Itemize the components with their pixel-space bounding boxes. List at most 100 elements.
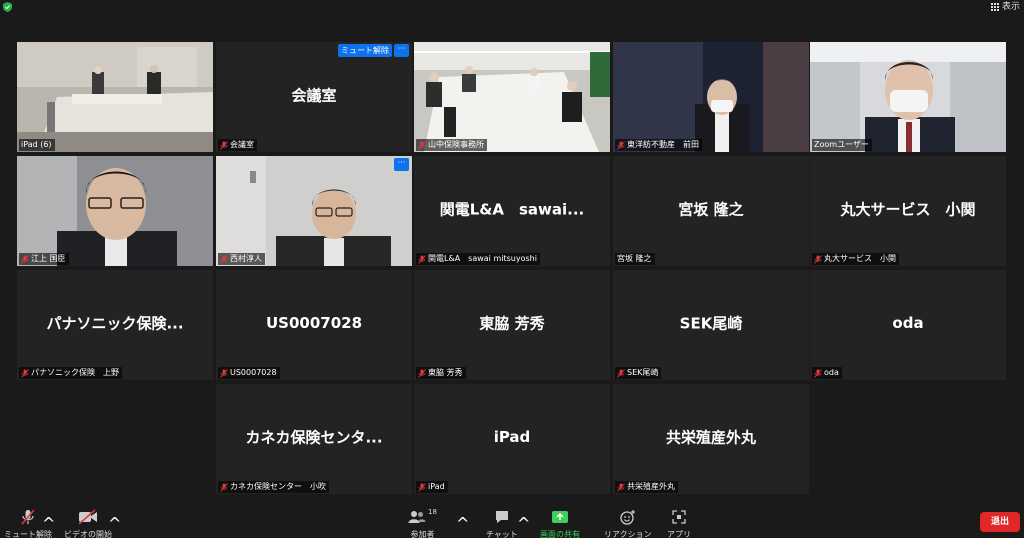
reactions-label: リアクション [604,530,652,538]
participant-name: 共栄殖産外丸 [627,482,675,491]
participant-tile[interactable]: 丸大サービス 小関 丸大サービス 小関 [810,156,1006,266]
video-options-chevron-icon[interactable]: ^ [108,514,121,533]
chat-button[interactable]: チャット [486,508,518,538]
muted-mic-icon [21,254,29,264]
more-options-button[interactable]: ··· [394,158,409,171]
participant-display-name: カネカ保険センタ... [245,428,383,447]
leave-button[interactable]: 退出 [980,512,1020,532]
participant-name: iPad [428,482,445,491]
participant-label: 山中保険事務所 [416,139,487,151]
apps-icon [672,510,686,524]
participants-button[interactable]: 18 参加者 [408,508,437,538]
participant-tile[interactable]: カネカ保険センタ... カネカ保険センター 小吹 [216,384,412,494]
participant-tile[interactable]: 東洋紡不動産 前田 [613,42,809,152]
participant-tile[interactable]: 東脇 芳秀 東脇 芳秀 [414,270,610,380]
participant-label: oda [812,367,842,379]
muted-mic-icon [220,254,228,264]
muted-mic-icon [220,368,228,378]
participant-display-name: SEK尾崎 [679,314,743,333]
participant-name: 宮坂 隆之 [617,254,652,263]
apps-button[interactable]: アプリ [667,508,691,538]
more-options-button[interactable]: ··· [394,44,409,57]
participant-name: パナソニック保険 上野 [31,368,119,377]
muted-mic-icon [617,482,625,492]
participant-display-name: パナソニック保険... [46,314,184,333]
participant-display-name: 東脇 芳秀 [479,314,545,333]
participant-tile[interactable]: oda oda [810,270,1006,380]
participant-tile[interactable]: 山中保険事務所 [414,42,610,152]
participant-label: 宮坂 隆之 [615,253,655,265]
participant-tile[interactable]: iPad (6) [17,42,213,152]
participant-name: 江上 国臣 [31,254,66,263]
participant-label: 会議室 [218,139,257,151]
participant-label: 西村淳人 [218,253,265,265]
participant-tile[interactable]: 宮坂 隆之 宮坂 隆之 [613,156,809,266]
participant-display-name: 関電L&A sawai... [439,200,585,219]
participant-label: iPad (6) [19,139,55,151]
participant-name: 関電L&A sawai mitsuyoshi [428,254,537,263]
smiley-icon [620,510,635,525]
participant-display-name: 会議室 [291,86,337,105]
participants-options-chevron-icon[interactable]: ^ [456,514,469,533]
participants-count: 18 [428,508,437,516]
participant-name: 丸大サービス 小関 [824,254,896,263]
muted-mic-icon [418,140,426,150]
participant-name: oda [824,368,839,377]
apps-label: アプリ [667,530,691,538]
participant-tile[interactable]: 関電L&A sawai... 関電L&A sawai mitsuyoshi [414,156,610,266]
participant-label: 東脇 芳秀 [416,367,466,379]
share-screen-label: 画面の共有 [540,530,580,538]
muted-mic-icon [418,254,426,264]
muted-mic-icon [21,509,35,525]
chat-options-chevron-icon[interactable]: ^ [517,514,530,533]
reactions-button[interactable]: リアクション [604,508,652,538]
participant-tile[interactable]: 共栄殖産外丸 共栄殖産外丸 [613,384,809,494]
participant-tile[interactable]: SEK尾崎 SEK尾崎 [613,270,809,380]
participants-label: 参加者 [410,530,435,538]
participant-name: カネカ保険センター 小吹 [230,482,326,491]
participant-display-name: 共栄殖産外丸 [665,428,756,447]
participant-label: Zoomユーザー [812,139,872,151]
participant-tile[interactable]: US0007028 US0007028 [216,270,412,380]
grid-view-icon [990,3,999,11]
muted-mic-icon [814,254,822,264]
shield-icon[interactable] [3,2,12,12]
muted-mic-icon [21,368,29,378]
participant-name: 山中保険事務所 [428,140,484,149]
participant-display-name: 丸大サービス 小関 [840,200,976,219]
participant-tile[interactable]: ··· 西村淳人 [216,156,412,266]
participant-name: iPad (6) [21,140,52,149]
participant-display-name: oda [892,314,924,333]
participant-label: US0007028 [218,367,280,379]
view-button[interactable]: 表示 [990,1,1020,13]
participant-name: 東脇 芳秀 [428,368,463,377]
participant-tile[interactable]: 会議室 ミュート解除 ··· 会議室 [216,42,412,152]
participant-label: カネカ保険センター 小吹 [218,481,329,493]
participant-tile[interactable]: iPad iPad [414,384,610,494]
participant-tile[interactable]: 江上 国臣 [17,156,213,266]
muted-mic-icon [617,140,625,150]
participant-label: パナソニック保険 上野 [19,367,122,379]
video-off-icon [78,509,97,525]
video-feed [613,42,809,152]
participant-name: 東洋紡不動産 前田 [627,140,699,149]
participant-name: US0007028 [230,368,277,377]
participant-name: 西村淳人 [230,254,262,263]
video-feed [216,156,412,266]
participant-display-name: US0007028 [265,314,363,333]
participant-tile-active-speaker[interactable]: Zoomユーザー [810,42,1006,152]
video-feed [414,42,610,152]
video-feed [17,156,213,266]
video-feed [810,42,1006,152]
audio-options-chevron-icon[interactable]: ^ [42,514,55,533]
share-screen-button[interactable]: 画面の共有 [540,508,580,538]
participant-label: 共栄殖産外丸 [615,481,678,493]
meeting-toolbar: ミュート解除 ^ ビデオの開始 ^ 18 参加者 ^ チャット ^ 画面の共有 … [0,504,1024,538]
participant-display-name: 宮坂 隆之 [678,200,744,219]
muted-mic-icon [617,368,625,378]
start-video-button[interactable]: ビデオの開始 [64,508,112,538]
participant-tile[interactable]: パナソニック保険... パナソニック保険 上野 [17,270,213,380]
participant-display-name: iPad [493,428,531,447]
share-screen-icon [552,511,568,523]
unmute-request-button[interactable]: ミュート解除 [338,44,392,57]
